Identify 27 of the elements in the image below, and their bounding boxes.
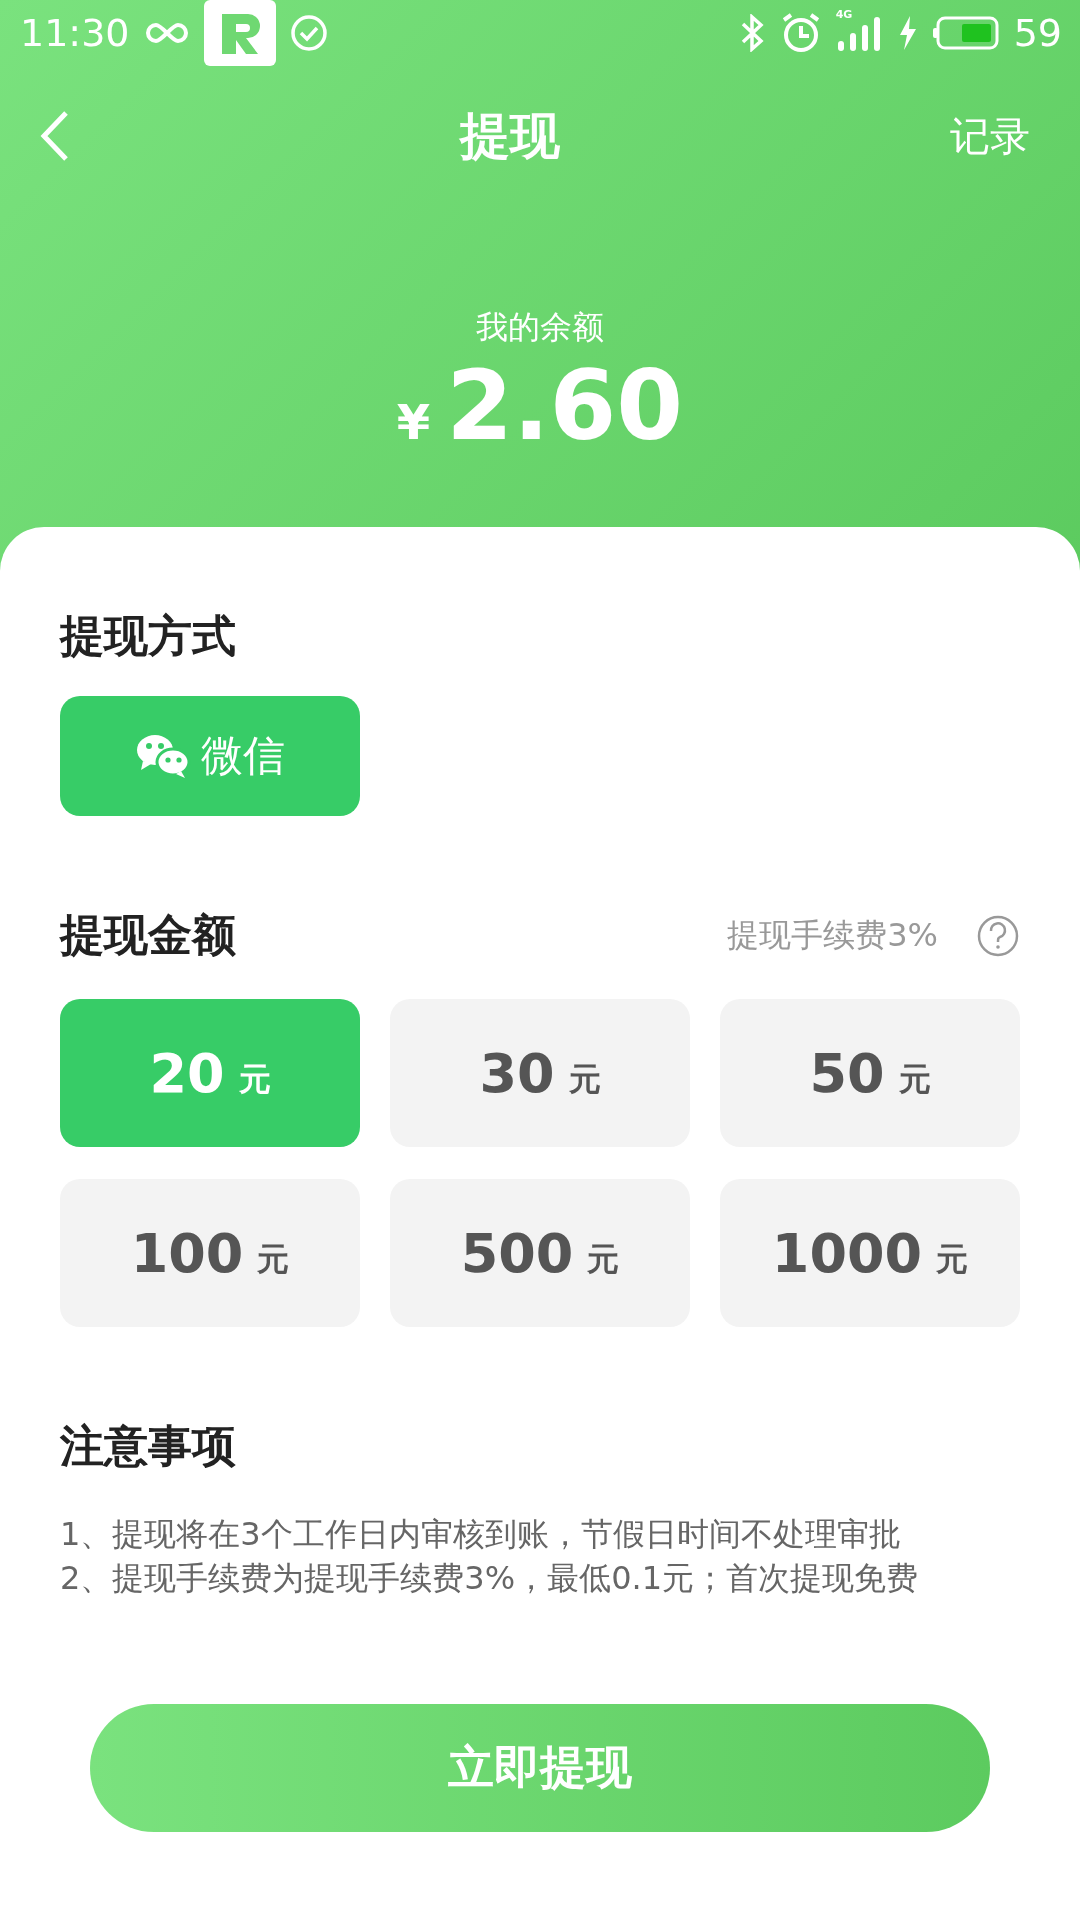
section-title: 提现方式 xyxy=(60,609,237,663)
network-type: 4G xyxy=(835,9,853,20)
infinity-icon xyxy=(143,20,190,46)
note-text: 1、提现将在3个工作日内审核到账，节假日时间不处理审批 xyxy=(60,1514,902,1555)
amount-option[interactable]: 50 元 xyxy=(720,999,1020,1147)
battery-level: 59 xyxy=(1013,11,1062,55)
back-button[interactable] xyxy=(40,110,70,162)
charging-icon xyxy=(897,16,918,50)
note-text: 2、提现手续费为提现手续费3%，最低0.1元；首次提现免费 xyxy=(60,1558,919,1599)
balance-label: 我的余额 xyxy=(475,307,605,348)
page-title: 提现 xyxy=(458,105,561,167)
currency-symbol: ¥ xyxy=(396,394,431,450)
status-time: 11:30 xyxy=(20,11,130,55)
bluetooth-icon xyxy=(739,14,766,52)
help-icon[interactable] xyxy=(976,913,1020,958)
app-logo-icon xyxy=(203,0,276,66)
section-title: 提现金额 xyxy=(60,908,237,962)
fee-note: 提现手续费3% xyxy=(727,914,938,956)
battery-icon xyxy=(931,15,1000,51)
section-title: 注意事项 xyxy=(60,1419,237,1473)
check-circle-icon xyxy=(289,14,328,52)
amount-option[interactable]: 100 元 xyxy=(60,1179,360,1327)
amount-option[interactable]: 500 元 xyxy=(390,1179,690,1327)
amount-option[interactable]: 1000 元 xyxy=(720,1179,1020,1327)
chat-bubbles-icon xyxy=(135,733,191,779)
amount-option[interactable]: 30 元 xyxy=(390,999,690,1147)
balance-amount: 2.60 xyxy=(446,354,684,460)
